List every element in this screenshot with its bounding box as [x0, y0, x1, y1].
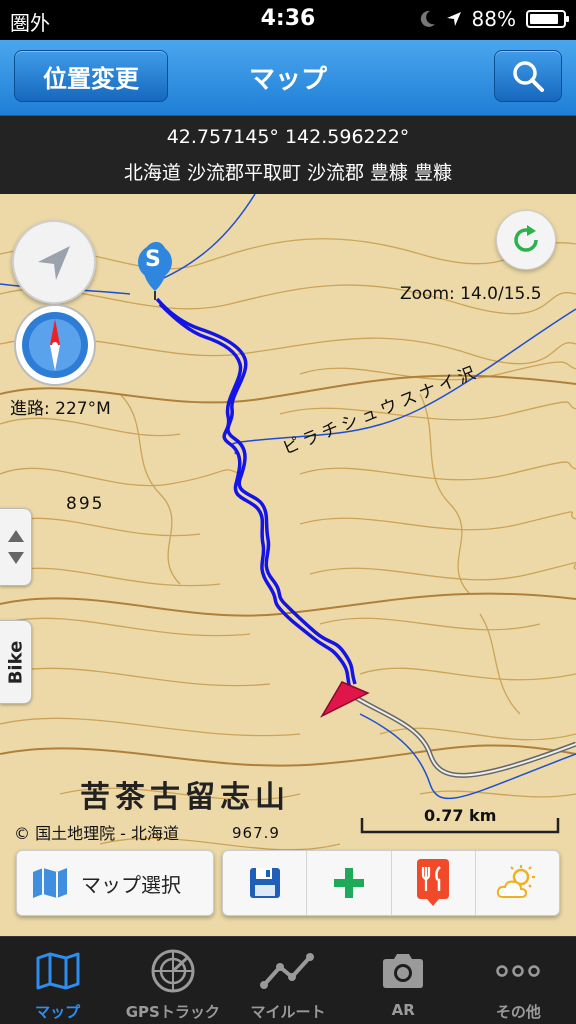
place-name-label: 苦茶古留志山	[80, 780, 290, 815]
tab-label: その他	[495, 1003, 541, 1021]
elevation-label-2: 967.9	[232, 824, 280, 842]
map-icon	[36, 952, 80, 990]
search-button[interactable]	[494, 50, 562, 102]
bike-mode-tab[interactable]: Bike	[0, 620, 32, 704]
address-text: 北海道 沙流郡平取町 沙流郡 豊糠 豊糠	[123, 162, 453, 184]
route-icon	[260, 953, 314, 989]
tab-label: マイルート	[250, 1003, 326, 1021]
map-select-button[interactable]: マップ選択	[16, 850, 214, 916]
weather-button[interactable]	[476, 851, 559, 915]
restaurant-button[interactable]	[392, 851, 476, 915]
navigation-arrow-icon	[38, 246, 70, 280]
refresh-icon	[514, 225, 538, 252]
tab-bar: マップ GPSトラック マイルート AR その他	[0, 936, 576, 1024]
triangle-up-icon	[7, 530, 24, 542]
restaurant-icon	[417, 859, 450, 906]
tab-ar[interactable]: AR	[346, 937, 461, 1024]
location-arrow-icon	[446, 12, 461, 26]
map-scroll-tab[interactable]	[0, 508, 32, 586]
compass-icon	[22, 312, 88, 378]
tab-label: GPSトラック	[125, 1003, 220, 1021]
compass-button[interactable]	[14, 304, 96, 386]
tab-map[interactable]: マップ	[0, 937, 115, 1024]
status-icons: 88%	[420, 7, 569, 31]
gps-track	[155, 297, 357, 690]
refresh-button[interactable]	[496, 210, 556, 270]
tab-my-route[interactable]: マイルート	[230, 937, 345, 1024]
locate-button[interactable]	[12, 220, 96, 304]
add-button[interactable]	[307, 851, 392, 915]
topographic-map[interactable]: S ピラチシュウスナイ沢 Zoom: 14.0/15.5 進路: 227°M 8…	[0, 194, 576, 936]
save-icon	[249, 868, 280, 898]
elevation-label: 895	[66, 494, 105, 514]
save-button[interactable]	[223, 851, 308, 915]
add-icon	[333, 868, 364, 898]
heading-label: 進路: 227°M	[10, 399, 111, 419]
tab-label: AR	[391, 1001, 415, 1019]
zoom-label: Zoom: 14.0/15.5	[400, 284, 542, 304]
map-tool-group	[222, 850, 560, 916]
weather-icon	[497, 865, 536, 898]
navigation-bar: 位置変更 マップ	[0, 40, 576, 116]
search-icon	[513, 61, 544, 92]
triangle-down-icon	[7, 552, 24, 564]
map-select-label: マップ選択	[81, 872, 181, 897]
road	[348, 691, 576, 778]
start-marker-label: S	[145, 247, 161, 272]
moon-icon	[420, 10, 435, 27]
map-icon	[33, 868, 67, 898]
copyright-label: © 国土地理院 - 北海道	[14, 824, 180, 843]
tab-label: マップ	[35, 1003, 81, 1021]
coordinates-text: 42.757145° 142.596222°	[166, 126, 410, 148]
battery-percent: 88%	[471, 7, 516, 31]
status-bar: 圏外 4:36 88%	[0, 0, 576, 40]
scale-label: 0.77 km	[424, 806, 497, 825]
location-banner: 42.757145° 142.596222° 北海道 沙流郡平取町 沙流郡 豊糠…	[0, 116, 576, 194]
tab-more[interactable]: その他	[461, 937, 576, 1024]
camera-icon	[383, 954, 424, 988]
radar-icon	[151, 949, 195, 993]
page-title: マップ	[248, 65, 327, 95]
tab-gps-track[interactable]: GPSトラック	[115, 937, 230, 1024]
battery-icon	[526, 10, 569, 28]
more-icon	[496, 965, 541, 977]
bike-tab-label: Bike	[5, 640, 26, 684]
